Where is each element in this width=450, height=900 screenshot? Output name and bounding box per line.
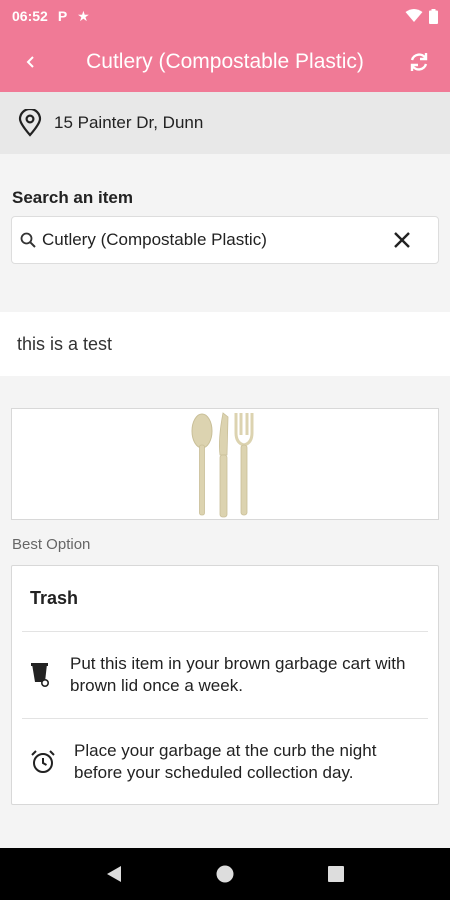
close-icon	[394, 232, 410, 248]
battery-icon	[429, 8, 438, 24]
instruction-text: Place your garbage at the curb the night…	[74, 741, 377, 782]
page-title: Cutlery (Compostable Plastic)	[86, 50, 364, 73]
item-image	[11, 408, 439, 520]
instruction-row: Put this item in your brown garbage cart…	[12, 632, 438, 718]
status-time: 06:52	[12, 8, 48, 24]
search-box[interactable]	[11, 216, 439, 264]
wifi-icon	[405, 9, 423, 22]
refresh-button[interactable]	[388, 32, 450, 92]
best-option-label: Best Option	[12, 536, 91, 553]
nav-home-icon[interactable]	[215, 864, 235, 884]
item-note: this is a test	[0, 312, 450, 376]
clear-search-button[interactable]	[382, 220, 422, 260]
parking-icon: P	[57, 8, 68, 24]
search-input[interactable]	[42, 230, 382, 250]
address-text: 15 Painter Dr, Dunn	[54, 113, 204, 132]
nav-back-icon[interactable]	[106, 865, 122, 883]
instruction-row: Place your garbage at the curb the night…	[12, 719, 438, 805]
option-title: Trash	[30, 588, 79, 608]
garbage-cart-icon	[31, 663, 50, 687]
search-icon	[20, 232, 36, 248]
best-option-card: Trash Put this item in your brown garbag…	[11, 565, 439, 805]
status-bar: 06:52 P ★	[0, 0, 450, 32]
location-pin-icon	[18, 109, 42, 137]
back-button[interactable]	[0, 32, 62, 92]
cutlery-image	[191, 412, 254, 518]
refresh-icon	[410, 53, 428, 71]
star-icon: ★	[77, 7, 90, 24]
instruction-text: Put this item in your brown garbage cart…	[70, 654, 406, 695]
search-label: Search an item	[12, 188, 133, 207]
address-bar[interactable]: 15 Painter Dr, Dunn	[0, 92, 450, 154]
nav-recents-icon[interactable]	[327, 866, 344, 882]
system-nav-bar	[0, 848, 450, 900]
back-arrow-icon	[26, 56, 34, 68]
alarm-clock-icon	[31, 750, 55, 773]
app-bar: Cutlery (Compostable Plastic)	[0, 32, 450, 92]
